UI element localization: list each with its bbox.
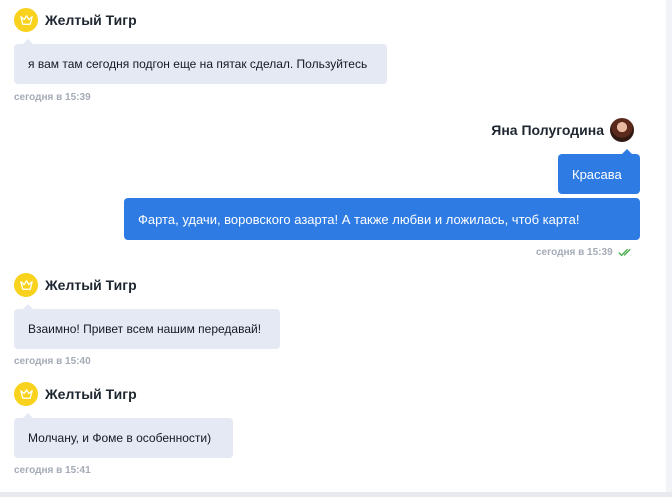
message-bubble-incoming: Взаимно! Привет всем нашим передавай! [14, 304, 280, 349]
tiger-avatar-icon[interactable] [14, 273, 38, 297]
message-timestamp: сегодня в 15:39 [536, 247, 613, 258]
message-timestamp: сегодня в 15:39 [14, 92, 91, 103]
sender-name[interactable]: Желтый Тигр [45, 386, 137, 402]
message-timestamp: сегодня в 15:41 [14, 465, 91, 476]
sender-name[interactable]: Яна Полугодина [491, 122, 604, 138]
chat-bottom-edge [0, 492, 672, 497]
message-bubble-incoming: я вам там сегодня подгон еще на пятак сд… [14, 39, 387, 84]
tiger-avatar-icon[interactable] [14, 382, 38, 406]
message-timestamp-outgoing: сегодня в 15:39 [536, 247, 634, 258]
sender-header-outgoing: Яна Полугодина [491, 118, 634, 142]
sender-header: Желтый Тигр [14, 382, 137, 406]
sender-header: Желтый Тигр [14, 8, 137, 32]
message-bubble-outgoing: Красава [558, 149, 640, 194]
sender-header: Желтый Тигр [14, 273, 137, 297]
user-avatar[interactable] [610, 118, 634, 142]
message-bubble-outgoing: Фарта, удачи, воровского азарта! А также… [124, 198, 640, 240]
sender-name[interactable]: Желтый Тигр [45, 12, 137, 28]
tiger-avatar-icon[interactable] [14, 8, 38, 32]
scrollbar-track[interactable] [666, 0, 672, 492]
read-double-check-icon [617, 248, 631, 257]
message-bubble-incoming: Молчану, и Фоме в особенности) [14, 413, 233, 458]
message-timestamp: сегодня в 15:40 [14, 356, 91, 367]
sender-name[interactable]: Желтый Тигр [45, 277, 137, 293]
chat-panel: Желтый Тигр я вам там сегодня подгон еще… [0, 0, 666, 492]
